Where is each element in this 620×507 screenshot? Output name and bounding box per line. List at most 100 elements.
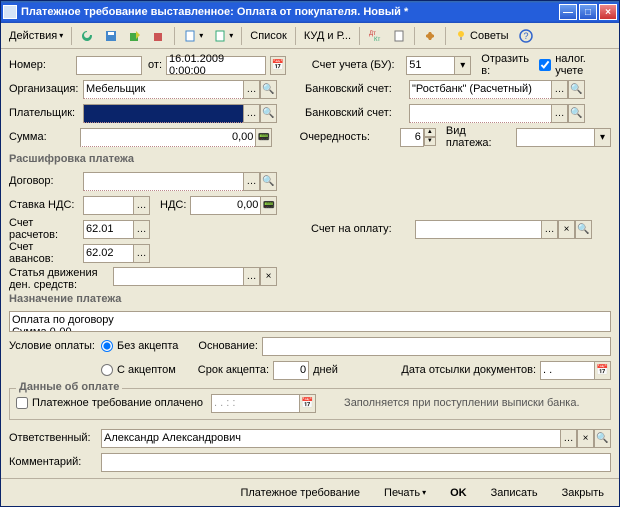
paid-checkbox[interactable]	[16, 397, 28, 409]
bank-acc-select-icon[interactable]: …	[551, 80, 568, 99]
report-icon[interactable]	[388, 26, 410, 46]
paid-note: Заполняется при поступлении выписки банк…	[344, 397, 579, 409]
no-accept-radio[interactable]	[101, 340, 113, 352]
purpose-textarea[interactable]: Оплата по договору Сумма 0-00 Без налога…	[9, 311, 611, 332]
actions-menu[interactable]: Действия▾	[5, 26, 67, 46]
payer-open-icon[interactable]: 🔍	[260, 104, 277, 123]
pay-acc-select-icon[interactable]: …	[541, 220, 558, 239]
account-bu-dropdown[interactable]: ▾	[454, 56, 471, 75]
calc-icon[interactable]: 📟	[255, 128, 272, 147]
payer-bank-select-icon[interactable]: …	[551, 104, 568, 123]
contract-select-icon[interactable]: …	[243, 172, 260, 191]
svg-text:?: ?	[523, 31, 528, 41]
basis-icon[interactable]: ▾	[179, 26, 207, 46]
priority-up[interactable]: ▲	[424, 128, 436, 137]
responsible-clear-icon[interactable]: ×	[577, 429, 594, 448]
with-accept-label: С акцептом	[117, 364, 176, 376]
ok-button[interactable]: OK	[441, 483, 476, 503]
paid-label: Платежное требование оплачено	[32, 397, 203, 409]
vat-rate-select-icon[interactable]: …	[133, 196, 150, 215]
list-button[interactable]: Список	[246, 26, 291, 46]
basis-input[interactable]	[262, 337, 611, 356]
payer-bank-label: Банковский счет:	[305, 107, 405, 119]
org-select-icon[interactable]: …	[243, 80, 260, 99]
move-input[interactable]	[113, 267, 243, 286]
accept-term-label: Срок акцепта:	[198, 364, 269, 376]
help-icon[interactable]: ?	[515, 26, 537, 46]
demand-button[interactable]: Платежное требование	[231, 483, 369, 503]
send-date-label: Дата отсылки документов:	[401, 364, 536, 376]
bank-acc-input[interactable]: "Ростбанк" (Расчетный)	[409, 80, 551, 99]
settings-icon[interactable]	[419, 26, 441, 46]
send-date-input[interactable]: . .	[540, 361, 594, 380]
save-button[interactable]: Записать	[482, 483, 547, 503]
refresh-icon[interactable]	[76, 26, 98, 46]
vat-input[interactable]: 0,00	[190, 196, 260, 215]
save-icon[interactable]	[100, 26, 122, 46]
priority-down[interactable]: ▼	[424, 137, 436, 146]
paid-date-input[interactable]: . . : :	[211, 394, 299, 413]
footer: Платежное требование Печать▾ OK Записать…	[1, 478, 619, 506]
bank-acc-label: Банковский счет:	[305, 83, 405, 95]
advance-acc-select-icon[interactable]: …	[133, 244, 150, 263]
priority-label: Очередность:	[300, 131, 396, 143]
priority-input[interactable]: 6	[400, 128, 424, 147]
payer-select-icon[interactable]: …	[243, 104, 260, 123]
bank-acc-open-icon[interactable]: 🔍	[568, 80, 585, 99]
vat-label: НДС:	[160, 199, 186, 211]
responsible-select-icon[interactable]: …	[560, 429, 577, 448]
vat-rate-input[interactable]	[83, 196, 133, 215]
number-input[interactable]	[76, 56, 142, 75]
titlebar: Платежное требование выставленное: Оплат…	[1, 1, 619, 23]
unpost-icon[interactable]	[148, 26, 170, 46]
date-input[interactable]: 16.01.2009 0:00:00	[166, 56, 266, 75]
send-date-calendar-icon[interactable]: 📅	[594, 361, 611, 380]
advance-acc-input[interactable]: 62.02	[83, 244, 133, 263]
post-icon[interactable]	[124, 26, 146, 46]
close-footer-button[interactable]: Закрыть	[553, 483, 613, 503]
calendar-icon[interactable]: 📅	[270, 56, 286, 75]
account-bu-input[interactable]: 51	[406, 56, 454, 75]
move-clear-icon[interactable]: ×	[260, 267, 277, 286]
accept-term-input[interactable]: 0	[273, 361, 309, 380]
responsible-open-icon[interactable]: 🔍	[594, 429, 611, 448]
vat-calc-icon[interactable]: 📟	[260, 196, 277, 215]
minimize-button[interactable]: —	[559, 4, 577, 20]
payer-input[interactable]	[83, 104, 243, 123]
org-open-icon[interactable]: 🔍	[260, 80, 277, 99]
move-select-icon[interactable]: …	[243, 267, 260, 286]
close-button[interactable]: ×	[599, 4, 617, 20]
settle-acc-input[interactable]: 62.01	[83, 220, 133, 239]
contract-open-icon[interactable]: 🔍	[260, 172, 277, 191]
responsible-input[interactable]: Александр Александрович	[101, 429, 560, 448]
print-button[interactable]: Печать▾	[375, 483, 435, 503]
payer-bank-open-icon[interactable]: 🔍	[568, 104, 585, 123]
dtkt-icon[interactable]: ДтКт	[364, 26, 386, 46]
number-label: Номер:	[9, 59, 72, 71]
nusu-checkbox[interactable]	[539, 59, 551, 71]
kudir-button[interactable]: КУД и Р...	[300, 26, 355, 46]
settle-acc-select-icon[interactable]: …	[133, 220, 150, 239]
paid-legend: Данные об оплате	[16, 381, 122, 393]
paid-date-calendar-icon[interactable]: 📅	[299, 394, 316, 413]
comment-input[interactable]	[101, 453, 611, 472]
purpose-section-label: Назначение платежа	[9, 291, 611, 307]
payment-type-dropdown[interactable]: ▾	[594, 128, 611, 147]
structure-icon[interactable]: ▾	[209, 26, 237, 46]
maximize-button[interactable]: □	[579, 4, 597, 20]
advice-button[interactable]: Советы	[450, 26, 512, 46]
org-input[interactable]: Мебельщик	[83, 80, 243, 99]
pay-acc-open-icon[interactable]: 🔍	[575, 220, 592, 239]
paid-fieldset: Данные об оплате Платежное требование оп…	[9, 388, 611, 420]
pay-acc-clear-icon[interactable]: ×	[558, 220, 575, 239]
comment-label: Комментарий:	[9, 456, 97, 468]
sum-input[interactable]: 0,00	[80, 128, 255, 147]
payment-type-input[interactable]	[516, 128, 594, 147]
with-accept-radio[interactable]	[101, 364, 113, 376]
account-bu-label: Счет учета (БУ):	[312, 59, 402, 71]
pay-acc-input[interactable]	[415, 220, 541, 239]
move-label: Статья движения ден. средств:	[9, 267, 109, 291]
payer-bank-input[interactable]	[409, 104, 551, 123]
contract-input[interactable]	[83, 172, 243, 191]
days-label: дней	[313, 364, 338, 376]
